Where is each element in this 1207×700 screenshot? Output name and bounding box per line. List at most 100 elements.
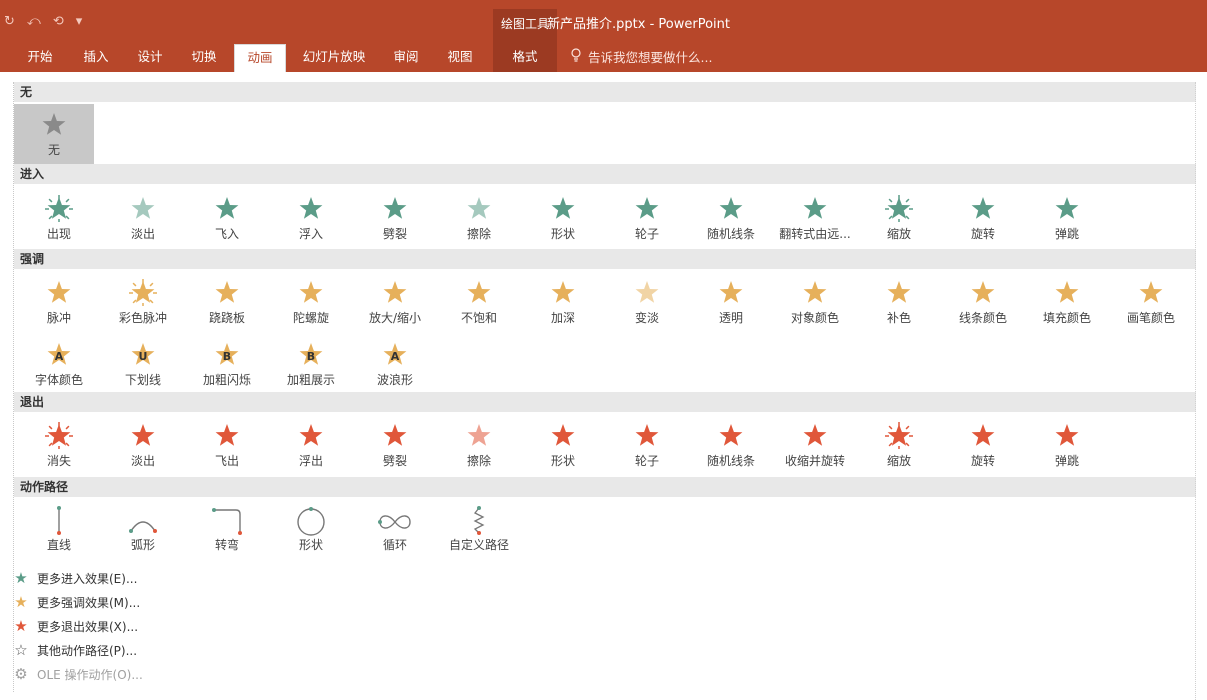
tab-home[interactable]: 开始 bbox=[18, 44, 62, 72]
tab-view[interactable]: 视图 bbox=[438, 44, 482, 72]
more-effects-label: OLE 操作动作(O)... bbox=[37, 667, 143, 682]
more-effects-item-0[interactable]: ★ 更多进入效果(E)... bbox=[13, 566, 143, 590]
effect-emphasis-2[interactable]: 跷跷板 bbox=[187, 272, 267, 328]
tab-review[interactable]: 审阅 bbox=[384, 44, 428, 72]
effect-emphasis-3[interactable]: 陀螺旋 bbox=[271, 272, 351, 328]
effect-entrance-3[interactable]: 浮入 bbox=[271, 188, 351, 244]
effect-label: 跷跷板 bbox=[208, 311, 245, 325]
effect-exit-9[interactable]: 收缩并旋转 bbox=[775, 415, 855, 471]
emphasis-star-icon bbox=[271, 278, 351, 306]
effect-emphasis-18[interactable]: A 波浪形 bbox=[355, 334, 435, 390]
effect-paths-0[interactable]: 直线 bbox=[19, 499, 99, 555]
effect-emphasis-10[interactable]: 补色 bbox=[859, 272, 939, 328]
exit-star-icon bbox=[775, 421, 855, 449]
effect-exit-10[interactable]: 缩放 bbox=[859, 415, 939, 471]
effect-exit-7[interactable]: 轮子 bbox=[607, 415, 687, 471]
more-effects-item-1[interactable]: ★ 更多强调效果(M)... bbox=[13, 590, 143, 614]
effect-entrance-6[interactable]: 形状 bbox=[523, 188, 603, 244]
emphasis-star-icon: A bbox=[355, 340, 435, 368]
effect-label: 翻转式由远... bbox=[779, 227, 851, 241]
effect-label: 淡出 bbox=[130, 227, 155, 241]
effect-label: 补色 bbox=[886, 311, 911, 325]
section-header-exit: 退出 bbox=[14, 392, 1196, 412]
effect-entrance-12[interactable]: 弹跳 bbox=[1027, 188, 1107, 244]
exit-star-icon bbox=[691, 421, 771, 449]
effect-paths-1[interactable]: 弧形 bbox=[103, 499, 183, 555]
effect-paths-3[interactable]: 形状 bbox=[271, 499, 351, 555]
effect-entrance-0[interactable]: 出现 bbox=[19, 188, 99, 244]
effect-entrance-10[interactable]: 缩放 bbox=[859, 188, 939, 244]
effect-label: 弹跳 bbox=[1054, 454, 1079, 468]
effect-emphasis-6[interactable]: 加深 bbox=[523, 272, 603, 328]
effect-emphasis-9[interactable]: 对象颜色 bbox=[775, 272, 855, 328]
more-effects-list: ★ 更多进入效果(E)... ★ 更多强调效果(M)... ★ 更多退出效果(X)... ☆… bbox=[13, 566, 143, 686]
effect-emphasis-1[interactable]: 彩色脉冲 bbox=[103, 272, 183, 328]
svg-text:A: A bbox=[55, 350, 64, 363]
effect-entrance-7[interactable]: 轮子 bbox=[607, 188, 687, 244]
effect-label: 字体颜色 bbox=[34, 373, 83, 387]
more-effects-item-3[interactable]: ☆ 其他动作路径(P)... bbox=[13, 638, 143, 662]
effect-emphasis-15[interactable]: U 下划线 bbox=[103, 334, 183, 390]
tell-me-box[interactable]: 告诉我您想要做什么... bbox=[570, 44, 712, 72]
effect-paths-2[interactable]: 转弯 bbox=[187, 499, 267, 555]
effect-entrance-5[interactable]: 擦除 bbox=[439, 188, 519, 244]
entrance-star-icon bbox=[355, 194, 435, 222]
emphasis-star-icon bbox=[103, 278, 183, 306]
tab-insert[interactable]: 插入 bbox=[74, 44, 118, 72]
effect-emphasis-11[interactable]: 线条颜色 bbox=[943, 272, 1023, 328]
effect-emphasis-14[interactable]: A 字体颜色 bbox=[19, 334, 99, 390]
emphasis-star-icon bbox=[691, 278, 771, 306]
effect-exit-11[interactable]: 旋转 bbox=[943, 415, 1023, 471]
tab-slideshow[interactable]: 幻灯片放映 bbox=[296, 44, 372, 72]
effect-emphasis-7[interactable]: 变淡 bbox=[607, 272, 687, 328]
effect-exit-2[interactable]: 飞出 bbox=[187, 415, 267, 471]
document-title: 新产品推介.pptx - PowerPoint bbox=[547, 17, 730, 32]
effect-exit-0[interactable]: 消失 bbox=[19, 415, 99, 471]
emphasis-star-icon bbox=[943, 278, 1023, 306]
effect-entrance-2[interactable]: 飞入 bbox=[187, 188, 267, 244]
effect-entrance-4[interactable]: 劈裂 bbox=[355, 188, 435, 244]
tab-transitions[interactable]: 切换 bbox=[182, 44, 226, 72]
effect-label: 转弯 bbox=[214, 538, 239, 552]
effect-paths-5[interactable]: 自定义路径 bbox=[439, 499, 519, 555]
effect-label: 弹跳 bbox=[1054, 227, 1079, 241]
effect-entrance-11[interactable]: 旋转 bbox=[943, 188, 1023, 244]
effect-label: 循环 bbox=[382, 538, 407, 552]
exit-star-icon bbox=[607, 421, 687, 449]
effect-label: 擦除 bbox=[466, 454, 491, 468]
effect-entrance-1[interactable]: 淡出 bbox=[103, 188, 183, 244]
effect-entrance-9[interactable]: 翻转式由远... bbox=[775, 188, 855, 244]
entrance-star-icon bbox=[1027, 194, 1107, 222]
effect-none-0[interactable]: 无 bbox=[14, 104, 94, 164]
section-header-entrance: 进入 bbox=[14, 164, 1196, 184]
emphasis-star-icon: B bbox=[187, 340, 267, 368]
effect-emphasis-16[interactable]: B 加粗闪烁 bbox=[187, 334, 267, 390]
tab-design[interactable]: 设计 bbox=[128, 44, 172, 72]
effect-emphasis-0[interactable]: 脉冲 bbox=[19, 272, 99, 328]
effect-emphasis-4[interactable]: 放大/缩小 bbox=[355, 272, 435, 328]
entrance-star-icon bbox=[691, 194, 771, 222]
title-bar: ↻ ⤺ ⟲ ▾ 绘图工具 新产品推介.pptx - PowerPoint bbox=[0, 0, 1207, 44]
effect-exit-3[interactable]: 浮出 bbox=[271, 415, 351, 471]
effect-exit-6[interactable]: 形状 bbox=[523, 415, 603, 471]
emphasis-star-icon bbox=[1027, 278, 1107, 306]
effect-exit-4[interactable]: 劈裂 bbox=[355, 415, 435, 471]
effect-entrance-8[interactable]: 随机线条 bbox=[691, 188, 771, 244]
tab-format[interactable]: 格式 bbox=[493, 44, 557, 72]
more-effects-label: 更多进入效果(E)... bbox=[37, 571, 138, 586]
effect-exit-1[interactable]: 淡出 bbox=[103, 415, 183, 471]
more-effects-item-2[interactable]: ★ 更多退出效果(X)... bbox=[13, 614, 143, 638]
effect-emphasis-5[interactable]: 不饱和 bbox=[439, 272, 519, 328]
effect-emphasis-8[interactable]: 透明 bbox=[691, 272, 771, 328]
effect-exit-8[interactable]: 随机线条 bbox=[691, 415, 771, 471]
effect-label: 消失 bbox=[46, 454, 71, 468]
effect-emphasis-13[interactable]: 画笔颜色 bbox=[1111, 272, 1191, 328]
effect-paths-4[interactable]: 循环 bbox=[355, 499, 435, 555]
effect-exit-12[interactable]: 弹跳 bbox=[1027, 415, 1107, 471]
tab-animations[interactable]: 动画 bbox=[234, 44, 286, 72]
effect-label: 自定义路径 bbox=[448, 538, 509, 552]
effect-emphasis-12[interactable]: 填充颜色 bbox=[1027, 272, 1107, 328]
effect-emphasis-17[interactable]: B 加粗展示 bbox=[271, 334, 351, 390]
effect-exit-5[interactable]: 擦除 bbox=[439, 415, 519, 471]
entrance-star-icon bbox=[271, 194, 351, 222]
